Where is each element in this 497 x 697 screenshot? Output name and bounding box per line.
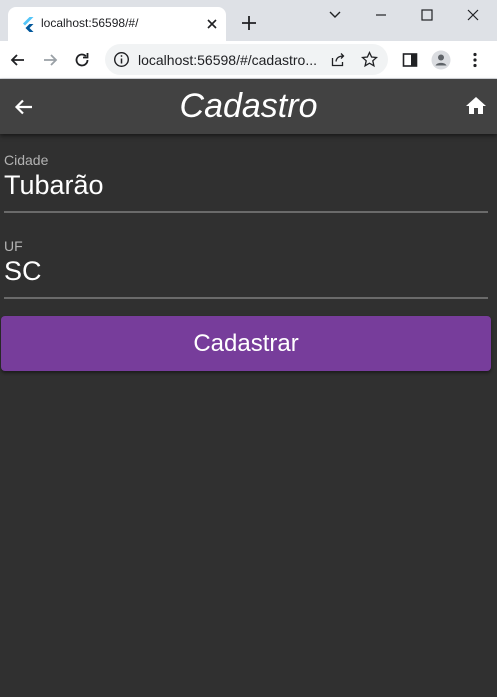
- minimize-icon[interactable]: [372, 6, 390, 24]
- browser-toolbar: localhost:56598/#/cadastro...: [0, 41, 497, 79]
- browser-tab-strip: localhost:56598/#/: [0, 0, 497, 41]
- maximize-icon[interactable]: [418, 6, 436, 24]
- share-icon[interactable]: [330, 51, 347, 68]
- uf-field[interactable]: UF SC: [4, 238, 488, 299]
- page-title: Cadastro: [179, 87, 318, 125]
- home-icon[interactable]: [464, 94, 488, 118]
- cidade-field[interactable]: Cidade Tubarão: [4, 152, 488, 213]
- profile-icon[interactable]: [431, 50, 451, 70]
- url-text[interactable]: localhost:56598/#/cadastro...: [138, 52, 323, 68]
- menu-dots-icon[interactable]: [465, 50, 485, 70]
- cidade-label: Cidade: [4, 152, 49, 168]
- forward-arrow-icon[interactable]: [40, 50, 60, 70]
- close-window-icon[interactable]: [464, 6, 482, 24]
- chevron-down-icon[interactable]: [326, 6, 344, 24]
- uf-input[interactable]: SC: [4, 256, 42, 287]
- uf-label: UF: [4, 238, 23, 254]
- flutter-favicon-icon: [20, 16, 36, 32]
- browser-tab[interactable]: localhost:56598/#/: [8, 7, 226, 41]
- reload-icon[interactable]: [72, 50, 92, 70]
- address-bar[interactable]: localhost:56598/#/cadastro...: [105, 44, 388, 75]
- app-bar: Cadastro: [0, 79, 497, 134]
- plus-icon[interactable]: [240, 14, 258, 32]
- close-icon[interactable]: [204, 16, 220, 32]
- side-panel-icon[interactable]: [400, 50, 420, 70]
- info-icon[interactable]: [113, 51, 130, 68]
- cadastrar-button[interactable]: Cadastrar: [1, 316, 491, 371]
- tab-title: localhost:56598/#/: [41, 16, 139, 30]
- back-arrow-icon[interactable]: [8, 50, 28, 70]
- star-icon[interactable]: [361, 51, 378, 68]
- cidade-input[interactable]: Tubarão: [4, 170, 104, 201]
